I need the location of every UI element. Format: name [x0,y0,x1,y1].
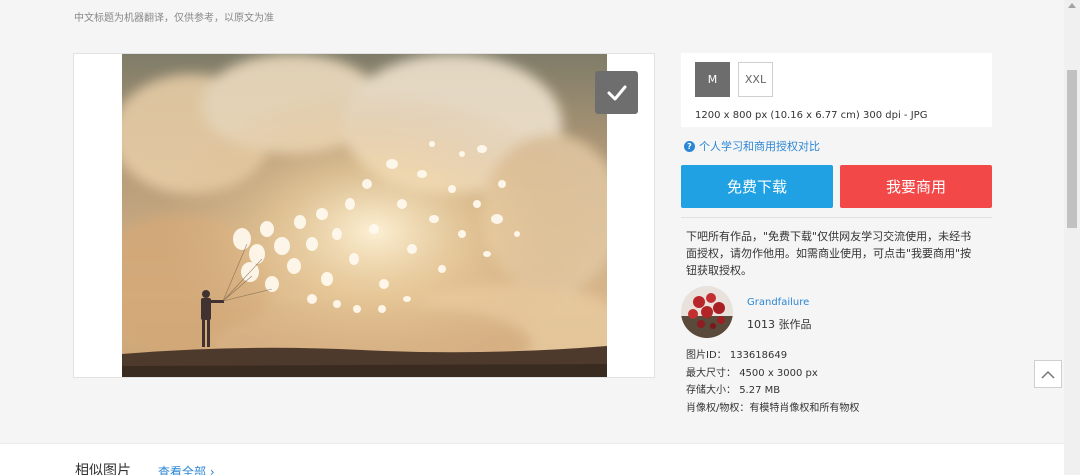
meta-image-id-value: 133618649 [729,350,788,361]
free-download-button[interactable]: 免费下载 [681,165,833,208]
size-option-xxl[interactable]: XXL [738,62,773,97]
back-to-top-button[interactable] [1034,360,1062,388]
usage-notice: 下吧所有作品，"免费下载"仅供网友学习交流使用，未经书面授权，请勿作他用。如需商… [686,230,972,277]
commercial-use-button[interactable]: 我要商用 [840,165,992,208]
size-option-m[interactable]: M [695,62,730,97]
chevron-up-icon [1041,370,1055,379]
license-compare-label: 个人学习和商用授权对比 [699,140,820,153]
meta-max-size: 最大尺寸： 4500 x 3000 px [686,365,859,383]
license-compare-link[interactable]: ? 个人学习和商用授权对比 [684,138,820,154]
author-avatar[interactable] [681,286,733,338]
author-works-count: 1013 张作品 [747,318,812,331]
preview-artwork[interactable] [122,54,607,377]
artwork-painting [122,54,607,377]
translation-note: 中文标题为机器翻译，仅供参考，以原文为准 [74,13,274,24]
image-preview [73,53,655,378]
divider [681,217,992,218]
scroll-thumb[interactable] [1067,70,1077,228]
similar-images-title: 相似图片 [75,463,131,475]
meta-max-size-label: 最大尺寸： [686,367,736,379]
scroll-up-arrow-icon[interactable] [1068,3,1076,8]
avatar-image [681,286,733,338]
meta-rights: 肖像权/物权：有模特肖像权和所有物权 [686,402,860,414]
meta-storage-label: 存储大小： [686,385,736,396]
meta-image-id-label: 图片ID： [686,350,727,361]
checkmark-icon [607,85,626,100]
author-name-link[interactable]: Grandfailure [747,297,809,308]
view-all-link[interactable]: 查看全部 › [158,463,215,475]
meta-storage-value: 5.27 MB [739,385,781,396]
meta-storage: 存储大小： 5.27 MB [686,382,859,400]
meta-max-size-value: 4500 x 3000 px [739,367,818,379]
meta-image-id: 图片ID： 133618649 [686,347,859,365]
question-circle-icon: ? [684,140,695,152]
vertical-scrollbar[interactable] [1064,0,1080,475]
size-spec: 1200 x 800 px (10.16 x 6.77 cm) 300 dpi … [695,110,928,121]
similar-images-section: 相似图片 查看全部 › [0,443,1064,475]
select-check-button[interactable] [595,71,638,114]
size-selector: M XXL 1200 x 800 px (10.16 x 6.77 cm) 30… [681,53,992,127]
image-meta: 图片ID： 133618649 最大尺寸： 4500 x 3000 px 存储大… [686,347,859,417]
